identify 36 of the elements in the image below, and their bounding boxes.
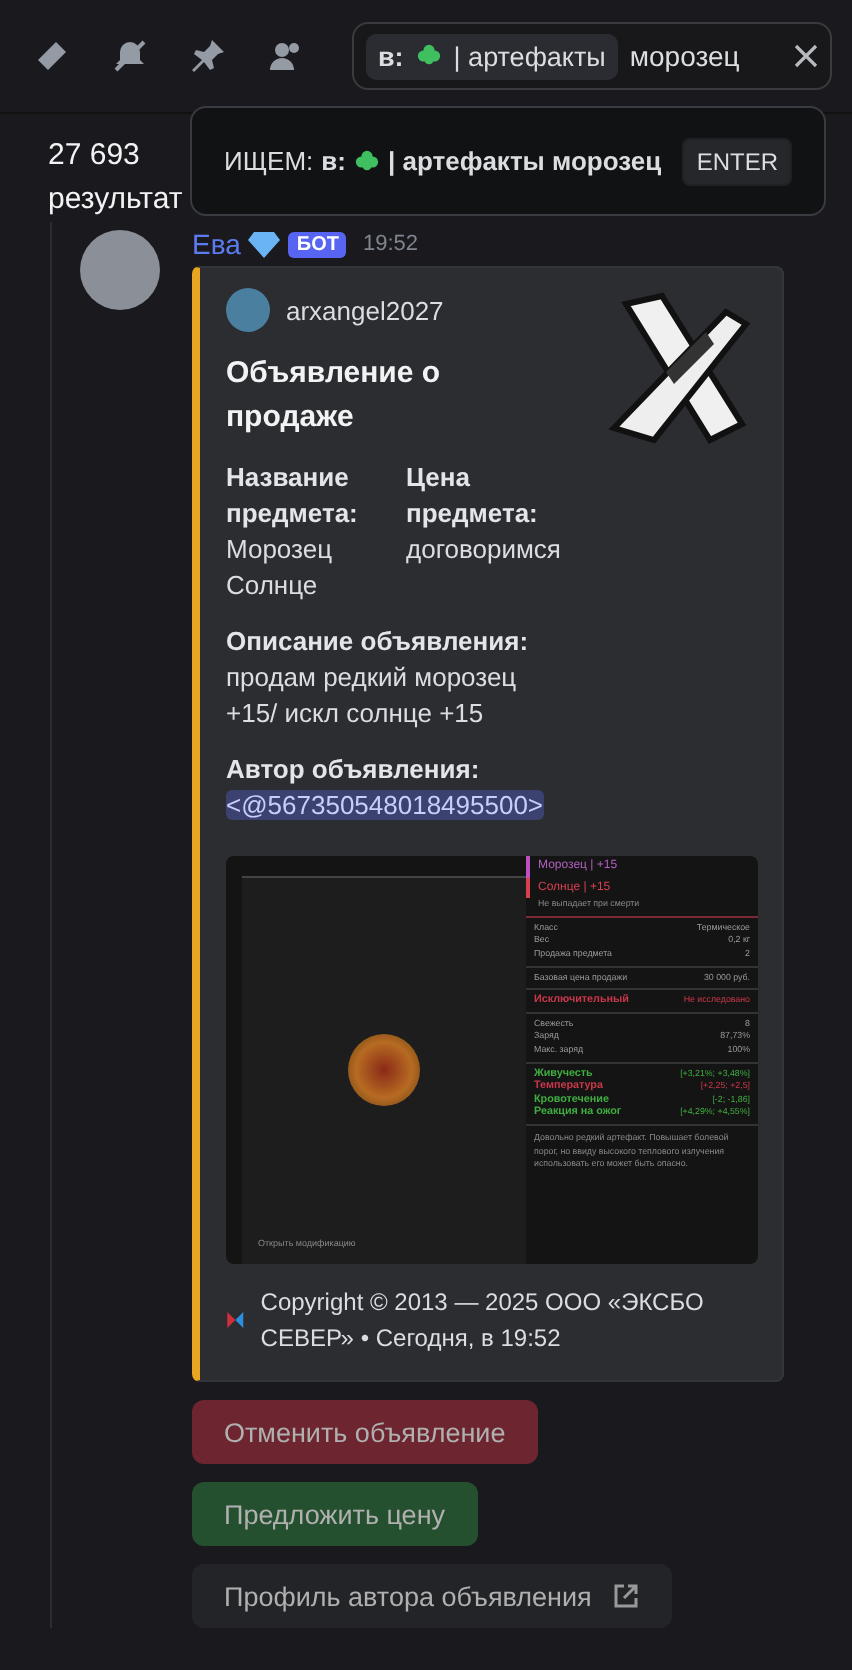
- avatar[interactable]: [80, 230, 160, 310]
- cancel-button[interactable]: Отменить объявление: [192, 1400, 538, 1464]
- field-name: Название предмета:: [226, 460, 360, 532]
- field-value: Морозец Солнце: [226, 534, 333, 600]
- enter-key: ENTER: [682, 137, 792, 185]
- field-value: продам редкий морозец +15/ искл солнце +15: [226, 662, 517, 728]
- embed-footer: Copyright © 2013 — 2025 ООО «ЭКСБО СЕВЕР» • Сегодня, в 19:52: [260, 1284, 758, 1356]
- offer-button[interactable]: Предложить цену: [192, 1482, 478, 1546]
- result-count: 27 693: [48, 136, 142, 176]
- bot-badge: БОТ: [288, 231, 347, 257]
- field-name: Автор объявления:: [226, 752, 482, 788]
- field-name: Цена предмета:: [406, 460, 540, 532]
- screenshot-image[interactable]: [226, 856, 758, 1264]
- embed-title: Объявление о продаже: [226, 354, 443, 438]
- clover-icon: [415, 42, 442, 70]
- author-name[interactable]: Ева: [192, 228, 241, 260]
- diamond-icon: [248, 230, 281, 258]
- search-query: | артефакты морозец: [387, 146, 662, 176]
- channel-filter-chip[interactable]: в: | артефакты: [366, 33, 618, 79]
- search-prefix: ИЩЕМ:: [224, 146, 314, 176]
- external-link-icon: [611, 1582, 640, 1610]
- field-name: Описание объявления:: [226, 624, 531, 660]
- timestamp: 19:52: [362, 232, 419, 256]
- results-label: результат: [48, 180, 180, 220]
- search-suggestion[interactable]: ИЩЕМ: в: | артефакты морозец ENTER: [190, 106, 826, 216]
- author-avatar: [226, 288, 270, 332]
- clover-icon: [353, 147, 380, 175]
- logo-icon: [226, 1306, 245, 1334]
- close-icon[interactable]: [794, 44, 818, 68]
- profile-link-button[interactable]: Профиль автора объявления: [192, 1564, 672, 1628]
- orb-drawing: [348, 1034, 420, 1106]
- field-value: договоримся: [406, 534, 561, 564]
- user-mention[interactable]: <@567350548018495500>: [226, 790, 544, 820]
- embed-author: arxangel2027: [286, 295, 444, 325]
- search-field[interactable]: в: | артефакты морозец: [352, 22, 832, 90]
- filter-label: в:: [321, 146, 346, 176]
